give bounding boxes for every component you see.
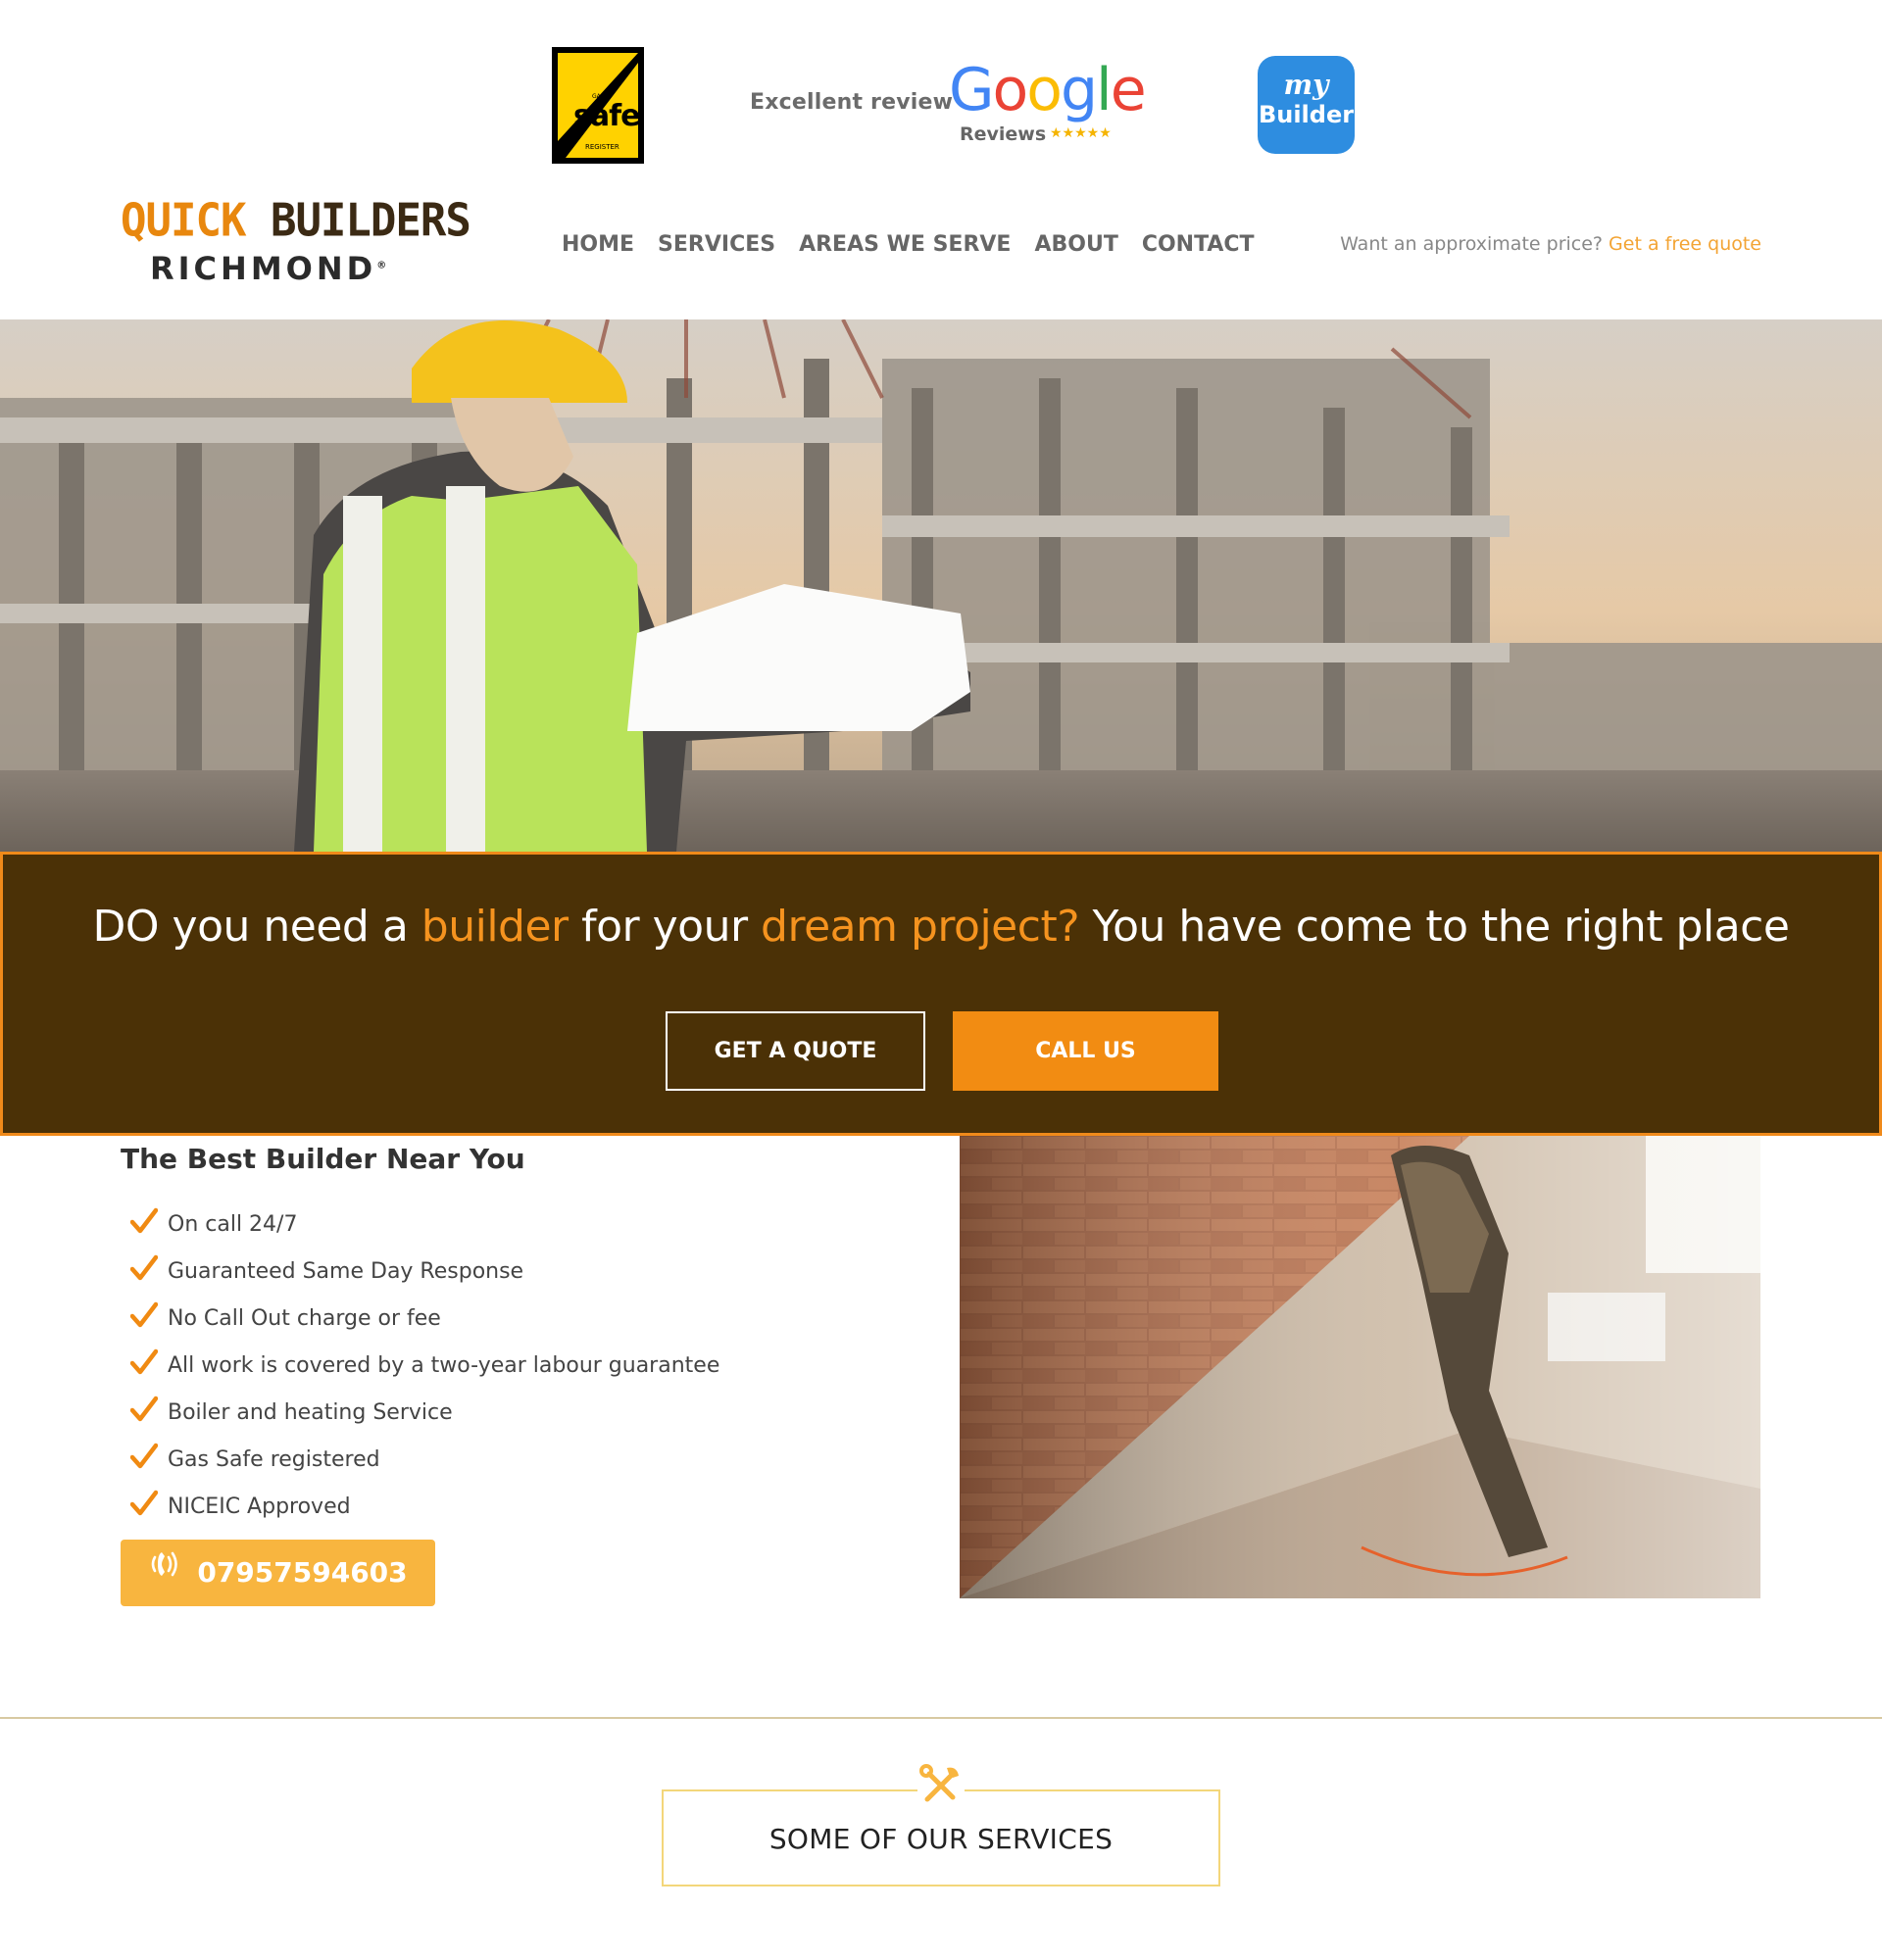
call-us-button[interactable]: CALL US (953, 1011, 1218, 1091)
cta-heading-part-3: for your (568, 902, 762, 952)
feature-text: Boiler and heating Service (168, 1399, 453, 1425)
list-item: NICEIC Approved (129, 1483, 719, 1530)
mybuilder-my: my (1283, 69, 1329, 101)
excellent-review-text: Excellent review (750, 90, 954, 115)
electrician-at-work-image (960, 1136, 1760, 1598)
check-icon (129, 1301, 168, 1335)
tools-icon (917, 1762, 965, 1809)
phone-number: 07957594603 (197, 1556, 408, 1589)
mybuilder-logo[interactable]: my Builder (1258, 56, 1355, 154)
list-item: All work is covered by a two-year labour… (129, 1342, 720, 1389)
cta-heading-dream-project: dream project? (761, 902, 1080, 952)
phone-call-button[interactable]: 07957594603 (121, 1540, 435, 1606)
nav-about[interactable]: ABOUT (1034, 229, 1117, 261)
check-icon (129, 1207, 168, 1241)
main-nav: HOME SERVICES AREAS WE SERVE ABOUT CONTA… (562, 229, 1255, 261)
gas-safe-logo[interactable]: GAS safe REGISTER (552, 47, 644, 164)
trust-badges: GAS safe REGISTER Excellent review Googl… (0, 0, 1882, 176)
feature-text: Guaranteed Same Day Response (168, 1258, 524, 1284)
cta-banner: DO you need a builder for your dream pro… (0, 852, 1882, 1136)
section-divider (0, 1717, 1882, 1719)
services-heading: SOME OF OUR SERVICES (768, 1823, 1114, 1855)
check-icon (129, 1396, 168, 1429)
logo-quick: QUICK (121, 194, 246, 248)
hero-image (0, 319, 1882, 852)
nav-home[interactable]: HOME (562, 229, 634, 261)
check-icon (129, 1254, 168, 1288)
cta-heading: DO you need a builder for your dream pro… (3, 902, 1879, 952)
nav-areas-we-serve[interactable]: AREAS WE SERVE (799, 229, 1011, 261)
nav-contact[interactable]: CONTACT (1142, 229, 1255, 261)
features-list: On call 24/7 Guaranteed Same Day Respons… (129, 1200, 720, 1530)
free-quote-link[interactable]: Get a free quote (1609, 233, 1761, 255)
cta-heading-part-1: DO you need a (92, 902, 421, 952)
register-label: REGISTER (585, 143, 619, 151)
list-item: On call 24/7 (129, 1200, 719, 1248)
logo-line-1: QUICK BUILDERS (121, 198, 471, 244)
cta-heading-builder: builder (421, 902, 569, 952)
quote-prompt: Want an approximate price? Get a free qu… (1340, 232, 1761, 256)
quote-prompt-text: Want an approximate price? (1340, 233, 1610, 255)
mybuilder-builder: Builder (1258, 101, 1355, 128)
list-item: Boiler and heating Service (129, 1389, 719, 1436)
list-item: No Call Out charge or fee (129, 1295, 719, 1342)
nav-services[interactable]: SERVICES (658, 229, 775, 261)
logo-registered-mark: ® (376, 260, 387, 271)
check-icon (129, 1490, 168, 1523)
safe-label: safe (573, 99, 640, 133)
feature-text: No Call Out charge or fee (168, 1305, 441, 1331)
feature-text: All work is covered by a two-year labour… (168, 1352, 720, 1378)
cta-heading-part-5: You have come to the right place (1079, 902, 1790, 952)
check-icon (129, 1348, 168, 1382)
google-logo[interactable]: Google (949, 61, 1147, 120)
logo-richmond: RICHMOND (150, 250, 377, 287)
logo-builders: BUILDERS (270, 194, 471, 248)
star-rating: ★★★★★ (1050, 125, 1112, 141)
feature-text: On call 24/7 (168, 1211, 298, 1237)
feature-text: Gas Safe registered (168, 1446, 380, 1472)
feature-text: NICEIC Approved (168, 1494, 351, 1519)
list-item: Gas Safe registered (129, 1436, 719, 1483)
get-quote-button[interactable]: GET A QUOTE (666, 1011, 925, 1091)
google-reviews-label: Reviews (960, 123, 1047, 145)
logo-line-2: RICHMOND® (150, 253, 386, 284)
phone-icon (148, 1540, 187, 1606)
check-icon (129, 1443, 168, 1476)
list-item: Guaranteed Same Day Response (129, 1248, 719, 1295)
features-title: The Best Builder Near You (121, 1143, 525, 1175)
site-logo[interactable]: QUICK BUILDERS RICHMOND® (121, 198, 471, 288)
